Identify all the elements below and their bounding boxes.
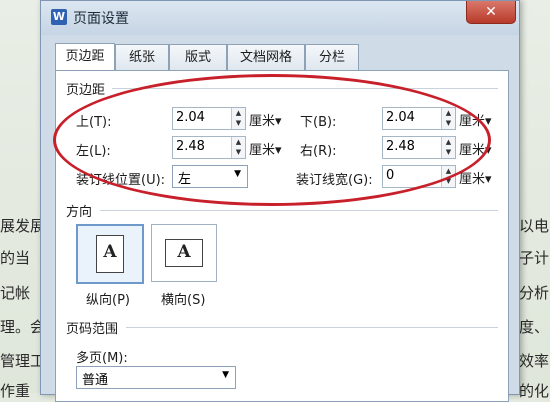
gutter-position-label: 装订线位置(U):	[76, 173, 166, 188]
unit-dropdown-icon: ▾	[485, 172, 492, 187]
spin-up-icon[interactable]: ▲	[442, 108, 455, 118]
page-range-group-label: 页码范围	[66, 322, 119, 337]
portrait-label: 纵向(P)	[86, 293, 130, 308]
left-margin-unit[interactable]: 厘米▾	[249, 139, 282, 158]
orientation-separator	[100, 210, 498, 211]
right-margin-spinner[interactable]: ▲ ▼	[441, 137, 455, 158]
tab-margins[interactable]: 页边距	[55, 43, 115, 71]
doc-text-left-1: 展发展	[0, 217, 46, 235]
top-margin-input[interactable]: 2.04 ▲ ▼	[172, 107, 246, 130]
portrait-page-icon: A	[96, 235, 124, 273]
multiple-pages-value: 普通	[82, 373, 109, 388]
doc-text-left-2: 的当	[0, 249, 31, 267]
gutter-position-select[interactable]: 左 ▼	[172, 165, 248, 188]
multiple-pages-label: 多页(M):	[76, 351, 128, 366]
doc-text-right-6: 的化	[519, 382, 550, 400]
unit-label: 厘米	[249, 143, 276, 158]
left-margin-value: 2.48	[176, 139, 205, 154]
page-range-separator	[126, 327, 498, 328]
dropdown-arrow-icon: ▼	[222, 370, 229, 380]
page-setup-dialog: W 页面设置 ✕ 页边距 纸张 版式 文档网格 分栏 页边距 上(T): 2.0…	[40, 0, 520, 402]
doc-text-right-4: 度、	[519, 318, 550, 336]
margins-group-label: 页边距	[66, 83, 106, 98]
bottom-margin-unit[interactable]: 厘米▾	[459, 110, 492, 129]
unit-label: 厘米	[459, 172, 486, 187]
dialog-titlebar[interactable]: W 页面设置 ✕	[41, 1, 519, 35]
right-margin-label: 右(R):	[300, 144, 337, 159]
doc-text-right-5: 效率	[519, 352, 550, 370]
spin-up-icon[interactable]: ▲	[442, 137, 455, 147]
doc-text-left-4: 理。会	[0, 318, 46, 336]
landscape-page-icon: A	[165, 239, 203, 267]
margins-separator	[112, 88, 498, 89]
left-margin-spinner[interactable]: ▲ ▼	[231, 137, 245, 158]
landscape-option[interactable]: A	[151, 224, 217, 282]
wps-app-icon: W	[51, 9, 67, 25]
gutter-width-spinner[interactable]: ▲ ▼	[441, 166, 455, 187]
spin-up-icon[interactable]: ▲	[232, 137, 245, 147]
top-margin-label: 上(T):	[76, 115, 112, 130]
right-margin-value: 2.48	[386, 139, 415, 154]
spin-up-icon[interactable]: ▲	[442, 166, 455, 176]
top-margin-value: 2.04	[176, 110, 205, 125]
tab-columns[interactable]: 分栏	[305, 44, 359, 70]
tab-layout[interactable]: 版式	[169, 44, 227, 70]
unit-dropdown-icon: ▾	[485, 143, 492, 158]
gutter-width-input[interactable]: 0 ▲ ▼	[382, 165, 456, 188]
spin-down-icon[interactable]: ▼	[232, 147, 245, 157]
gutter-position-value: 左	[178, 172, 192, 187]
dropdown-arrow-icon: ▼	[234, 169, 241, 179]
gutter-width-unit[interactable]: 厘米▾	[459, 168, 492, 187]
doc-text-left-6: 作重	[0, 382, 31, 400]
bottom-margin-value: 2.04	[386, 110, 415, 125]
unit-dropdown-icon: ▾	[485, 114, 492, 129]
top-margin-spinner[interactable]: ▲ ▼	[231, 108, 245, 129]
doc-text-right-3: 分析	[519, 284, 550, 302]
tab-doc-grid[interactable]: 文档网格	[227, 44, 305, 70]
unit-label: 厘米	[459, 114, 486, 129]
close-button[interactable]: ✕	[466, 1, 516, 24]
doc-text-left-5: 管理工	[0, 352, 46, 370]
right-margin-input[interactable]: 2.48 ▲ ▼	[382, 136, 456, 159]
portrait-option[interactable]: A	[76, 224, 144, 284]
right-margin-unit[interactable]: 厘米▾	[459, 139, 492, 158]
spin-down-icon[interactable]: ▼	[232, 118, 245, 128]
unit-label: 厘米	[459, 143, 486, 158]
doc-text-left-3: 记帐	[0, 284, 31, 302]
left-margin-label: 左(L):	[76, 144, 111, 159]
dialog-title: 页面设置	[73, 11, 129, 27]
multiple-pages-select[interactable]: 普通 ▼	[76, 366, 236, 389]
left-margin-input[interactable]: 2.48 ▲ ▼	[172, 136, 246, 159]
orientation-group-label: 方向	[66, 205, 93, 220]
bottom-margin-spinner[interactable]: ▲ ▼	[441, 108, 455, 129]
spin-down-icon[interactable]: ▼	[442, 147, 455, 157]
bottom-margin-input[interactable]: 2.04 ▲ ▼	[382, 107, 456, 130]
doc-text-right-1: 以电	[519, 217, 550, 235]
spin-down-icon[interactable]: ▼	[442, 118, 455, 128]
unit-dropdown-icon: ▾	[275, 114, 282, 129]
gutter-width-value: 0	[386, 168, 395, 183]
landscape-label: 横向(S)	[161, 293, 206, 308]
spin-down-icon[interactable]: ▼	[442, 176, 455, 186]
unit-label: 厘米	[249, 114, 276, 129]
margins-panel: 页边距 上(T): 2.04 ▲ ▼ 厘米▾ 下(B): 2.04 ▲ ▼ 厘米▾ …	[55, 70, 509, 402]
gutter-width-label: 装订线宽(G):	[296, 173, 373, 188]
doc-text-right-2: 子计	[519, 249, 550, 267]
bottom-margin-label: 下(B):	[300, 115, 337, 130]
spin-up-icon[interactable]: ▲	[232, 108, 245, 118]
unit-dropdown-icon: ▾	[275, 143, 282, 158]
tab-paper[interactable]: 纸张	[115, 44, 169, 70]
top-margin-unit[interactable]: 厘米▾	[249, 110, 282, 129]
